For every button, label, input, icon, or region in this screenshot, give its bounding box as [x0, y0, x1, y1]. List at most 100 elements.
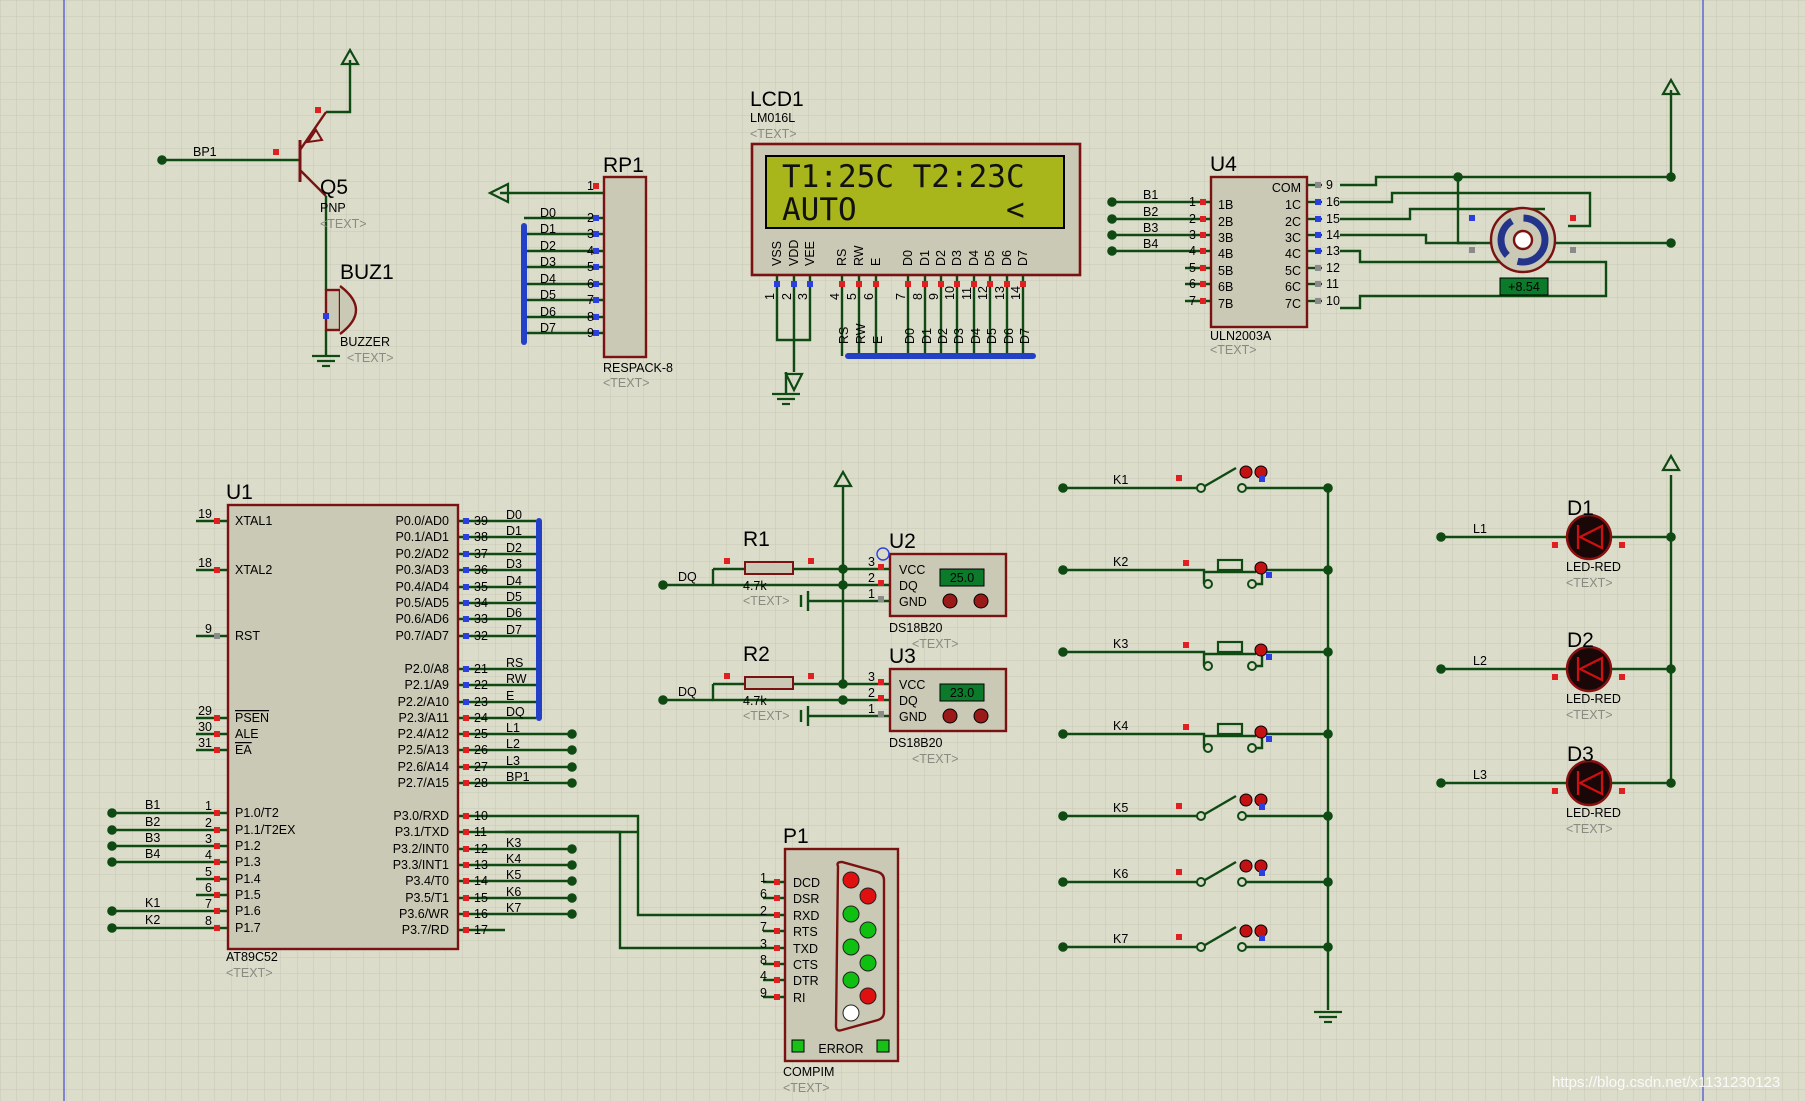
u4-left-pin-name: 4B	[1218, 247, 1233, 261]
lcd-pin-name: D2	[934, 250, 948, 266]
junction-dot	[1323, 811, 1333, 821]
signal-led	[859, 987, 877, 1005]
u1-right-net: D7	[506, 623, 522, 637]
pin-state-marker	[1570, 215, 1576, 221]
u1-right-net: BP1	[506, 770, 530, 784]
rp1-pin-num: 2	[587, 211, 594, 225]
p1-pin-name: DSR	[793, 892, 819, 906]
lcd-pin-number: 12	[976, 286, 990, 300]
p1-pin-name: RI	[793, 991, 806, 1005]
pin-state-marker	[1176, 934, 1182, 940]
u1-right-pin-name: P3.3/INT1	[393, 858, 449, 872]
lcd-pin-name: RW	[852, 245, 866, 266]
u1-right-net: RW	[506, 672, 527, 686]
switch-label: K2	[1113, 555, 1128, 569]
dq-net-label: DQ	[678, 685, 697, 699]
rp1-net-label: D2	[540, 239, 556, 253]
u1-right-pin-num: 12	[474, 842, 488, 856]
u1-right-pin-name: P0.5/AD5	[395, 596, 449, 610]
u1-right-pin-num: 10	[474, 809, 488, 823]
u1-right-pin-name: P2.1/A9	[405, 678, 450, 692]
pin-state-marker	[1315, 182, 1321, 188]
junction-dot	[1666, 664, 1676, 674]
pin-state-marker	[214, 908, 220, 914]
pin-state-marker	[1619, 542, 1625, 548]
u4-left-pin-name: 2B	[1218, 215, 1233, 229]
pin-state-marker	[774, 945, 780, 951]
pin-state-marker	[1619, 674, 1625, 680]
pin-state-marker	[1200, 265, 1206, 271]
u1-right-pin-name: P2.6/A14	[398, 760, 449, 774]
pin-state-marker	[878, 564, 884, 570]
lcd-pin-name: D6	[1000, 250, 1014, 266]
u4-net-label: B3	[1143, 221, 1158, 235]
pin-state-marker	[463, 518, 469, 524]
pin-state-marker	[463, 878, 469, 884]
u1-left-pin-name: EA	[235, 743, 252, 757]
p1-status: ERROR	[818, 1042, 863, 1056]
u4-text: <TEXT>	[1210, 343, 1257, 357]
junction-dot	[107, 857, 117, 867]
signal-led	[859, 921, 877, 939]
u4-right-pin-num: 12	[1326, 261, 1340, 275]
u1-right-net: D1	[506, 524, 522, 538]
pin-state-marker	[1176, 803, 1182, 809]
u1-left-pin-name: PSEN	[235, 711, 269, 725]
lcd-pin-number: 3	[796, 293, 810, 300]
u1-right-net: K5	[506, 868, 521, 882]
u1-right-pin-name: P0.4/AD4	[395, 580, 449, 594]
rp1-net-label: D0	[540, 206, 556, 220]
led-type: LED-RED	[1566, 806, 1621, 820]
rp1-text: <TEXT>	[603, 376, 650, 390]
rp1-pin-num: 5	[587, 260, 594, 274]
pin-state-marker	[214, 827, 220, 833]
u1-left-pin-num: 8	[205, 914, 212, 928]
lcd-bus-label: D3	[952, 328, 966, 344]
u4-right-pin-name: 3C	[1285, 231, 1301, 245]
rp1-body	[602, 175, 648, 359]
pin-state-marker	[774, 928, 780, 934]
pin-state-marker	[1200, 298, 1206, 304]
lcd-bus-label: D1	[920, 328, 934, 344]
led-ref: D3	[1567, 743, 1594, 766]
u1-right-pin-num: 38	[474, 530, 488, 544]
pin-state-marker	[791, 281, 797, 287]
u1-left-pin-num: 29	[198, 704, 212, 718]
u1-left-pin-name: P1.5	[235, 888, 261, 902]
switch-indicator	[1239, 793, 1253, 807]
lcd-pin-number: 7	[894, 293, 908, 300]
u4-right-pin-name: 6C	[1285, 280, 1301, 294]
pin-state-marker	[878, 679, 884, 685]
u1-right-pin-num: 33	[474, 612, 488, 626]
status-led	[942, 708, 958, 724]
u1-right-net: L3	[506, 754, 520, 768]
ds18b20-pin-num: 2	[868, 571, 875, 585]
ds18b20-type: DS18B20	[889, 621, 943, 635]
lcd1-text: <TEXT>	[750, 127, 797, 141]
u4-net-label: B4	[1143, 237, 1158, 251]
u4-right-pin-name: 2C	[1285, 215, 1301, 229]
junction-dot	[1058, 877, 1068, 887]
junction-dot	[1323, 942, 1333, 952]
junction-dot	[107, 906, 117, 916]
r-value: 4.7k	[743, 694, 767, 708]
pin-state-marker	[1259, 476, 1265, 482]
ds18b20-pin-num: 1	[868, 702, 875, 716]
u1-right-pin-name: P2.4/A12	[398, 727, 449, 741]
u1-left-net: K2	[145, 913, 160, 927]
u4-left-pin-name: 3B	[1218, 231, 1233, 245]
rp1-pin-num: 7	[587, 293, 594, 307]
pin-state-marker	[463, 747, 469, 753]
u4-left-pin-num: 1	[1189, 195, 1196, 209]
lcd-pin-name: D4	[967, 250, 981, 266]
junction-dot	[658, 580, 668, 590]
ds18b20-pin-name: GND	[899, 710, 927, 724]
switch-label: K3	[1113, 637, 1128, 651]
pin-state-marker	[1176, 475, 1182, 481]
pin-state-marker	[463, 731, 469, 737]
u1-left-pin-name: ALE	[235, 727, 259, 741]
junction-dot	[1323, 877, 1333, 887]
pin-state-marker	[463, 829, 469, 835]
u4-left-pin-num: 5	[1189, 261, 1196, 275]
lcd-bus-label: D2	[936, 328, 950, 344]
